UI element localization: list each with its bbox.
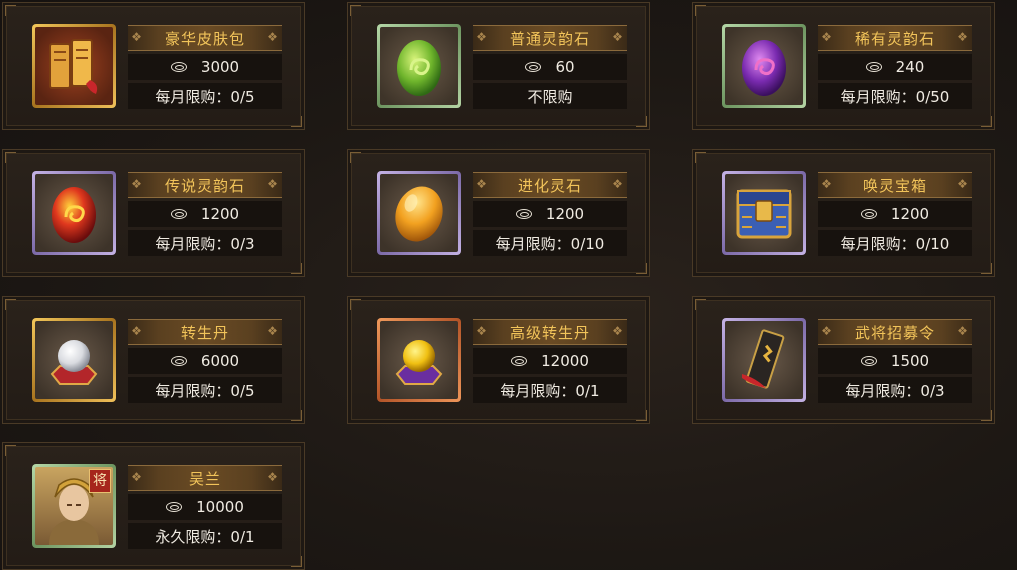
item-icon-frame[interactable] [32, 24, 116, 108]
purchase-limit: 每月限购：0/1 [473, 377, 627, 403]
purchase-limit: 不限购 [473, 83, 627, 109]
shop-item-card[interactable]: ❖ 高级转生丹 ❖ 12000 每月限购：0/1 [347, 296, 650, 424]
white-pearl-icon [50, 340, 98, 385]
item-name: ❖ 唤灵宝箱 ❖ [818, 172, 972, 198]
purchase-limit: 永久限购：0/1 [128, 523, 282, 549]
shop-item-card[interactable]: ❖ 豪华皮肤包 ❖ 3000 每月限购：0/5 [2, 2, 305, 130]
coin-icon [170, 62, 187, 72]
item-name: ❖ 高级转生丹 ❖ [473, 319, 627, 345]
coin-icon [860, 209, 877, 219]
item-icon-frame[interactable] [722, 171, 806, 255]
shop-item-card[interactable]: ❖ 稀有灵韵石 ❖ 240 每月限购：0/50 [692, 2, 995, 130]
item-name-text: 转生丹 [180, 323, 229, 342]
item-name-text: 武将招募令 [854, 323, 935, 342]
price-value: 1200 [890, 205, 930, 223]
item-price: 1200 [473, 201, 627, 227]
coin-icon [515, 209, 532, 219]
price-value: 3000 [200, 58, 240, 76]
item-price: 1200 [818, 201, 972, 227]
item-price: 1500 [818, 348, 972, 374]
price-value: 12000 [541, 352, 589, 370]
item-name: ❖ 普通灵韵石 ❖ [473, 25, 627, 51]
item-name: ❖ 吴兰 ❖ [128, 465, 282, 491]
gold-pearl-icon [395, 340, 443, 385]
item-name-text: 传说灵韵石 [164, 176, 245, 195]
item-name-text: 豪华皮肤包 [164, 29, 245, 48]
shop-grid: ❖豪华皮肤包❖ 3000 每月限购：0/5 ❖普通灵韵石❖ 60 不限购 [0, 0, 1017, 570]
coin-icon [166, 502, 183, 512]
shop-item-card[interactable]: ❖ 转生丹 ❖ 6000 每月限购：0/5 [2, 296, 305, 424]
item-price: 6000 [128, 348, 282, 374]
purchase-limit: 每月限购：0/50 [818, 83, 972, 109]
purchase-limit: 每月限购：0/5 [128, 83, 282, 109]
item-icon-frame[interactable] [377, 171, 461, 255]
item-price: 60 [473, 54, 627, 80]
item-name-text: 唤灵宝箱 [862, 176, 927, 195]
price-value: 1500 [890, 352, 930, 370]
purchase-limit: 每月限购：0/10 [473, 230, 627, 256]
item-name-text: 进化灵石 [517, 176, 582, 195]
item-name: ❖ 转生丹 ❖ [128, 319, 282, 345]
price-value: 1200 [545, 205, 585, 223]
item-icon-frame[interactable] [722, 318, 806, 402]
item-icon-frame[interactable]: 将 [32, 464, 116, 548]
item-icon-frame[interactable] [377, 24, 461, 108]
purchase-limit: 每月限购：0/5 [128, 377, 282, 403]
price-value: 10000 [196, 498, 244, 516]
item-name-text: 普通灵韵石 [509, 29, 590, 48]
item-price: 240 [818, 54, 972, 80]
item-name: ❖ 豪华皮肤包 ❖ [128, 25, 282, 51]
purchase-limit: 每月限购：0/10 [818, 230, 972, 256]
item-name: ❖ 进化灵石 ❖ [473, 172, 627, 198]
price-value: 60 [555, 58, 575, 76]
item-name-text: 高级转生丹 [509, 323, 590, 342]
evolution-stone-icon [395, 186, 443, 242]
item-icon-frame[interactable] [32, 171, 116, 255]
shop-item-card[interactable]: ❖ 普通灵韵石 ❖ 60 不限购 [347, 2, 650, 130]
price-value: 1200 [200, 205, 240, 223]
red-spirit-stone-icon [52, 187, 96, 243]
item-name: ❖ 稀有灵韵石 ❖ [818, 25, 972, 51]
green-spirit-stone-icon [397, 40, 441, 96]
item-icon-frame[interactable] [32, 318, 116, 402]
shop-item-card[interactable]: ❖ 武将招募令 ❖ 1500 每月限购：0/3 [692, 296, 995, 424]
coin-icon [511, 356, 528, 366]
recruit-token-icon [742, 329, 785, 389]
coin-icon [860, 356, 877, 366]
shop-item-card[interactable]: 将 ❖ 吴兰 ❖ 10000 永久限购：0/1 [2, 442, 305, 570]
purchase-limit: 每月限购：0/3 [128, 230, 282, 256]
coin-icon [170, 209, 187, 219]
shop-item-card[interactable]: ❖ 传说灵韵石 ❖ 1200 每月限购：0/3 [2, 149, 305, 277]
price-value: 240 [895, 58, 925, 76]
purple-spirit-stone-icon [742, 40, 786, 96]
general-badge: 将 [89, 469, 111, 493]
item-name: ❖ 传说灵韵石 ❖ [128, 172, 282, 198]
item-price: 12000 [473, 348, 627, 374]
item-name-text: 稀有灵韵石 [854, 29, 935, 48]
purchase-limit: 每月限购：0/3 [818, 377, 972, 403]
item-price: 1200 [128, 201, 282, 227]
item-icon-frame[interactable] [722, 24, 806, 108]
item-name-text: 吴兰 [188, 469, 221, 488]
summon-chest-icon [736, 189, 792, 239]
item-icon-frame[interactable] [377, 318, 461, 402]
shop-item-card[interactable]: ❖ 唤灵宝箱 ❖ 1200 每月限购：0/10 [692, 149, 995, 277]
item-name: ❖ 武将招募令 ❖ [818, 319, 972, 345]
item-price: 10000 [128, 494, 282, 520]
coin-icon [170, 356, 187, 366]
skin-pack-icon [49, 39, 98, 94]
price-value: 6000 [200, 352, 240, 370]
shop-item-card[interactable]: ❖ 进化灵石 ❖ 1200 每月限购：0/10 [347, 149, 650, 277]
item-price: 3000 [128, 54, 282, 80]
coin-icon [525, 62, 542, 72]
coin-icon [865, 62, 882, 72]
